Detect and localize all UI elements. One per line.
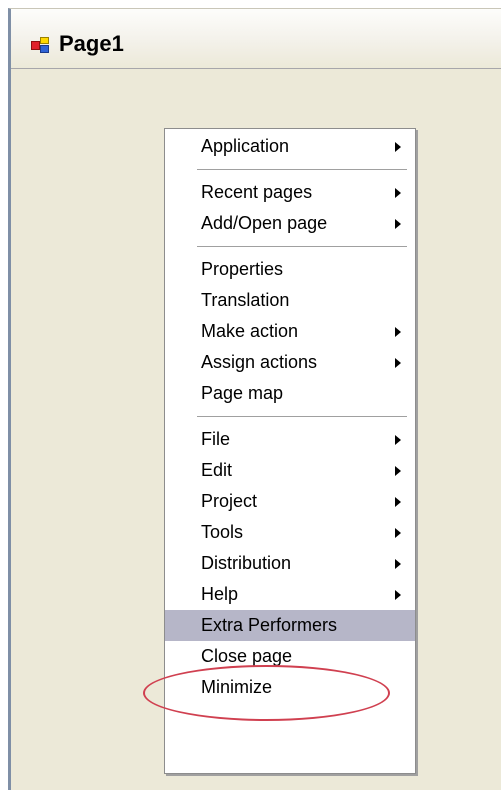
menu-item-label: Minimize	[201, 677, 273, 697]
menu-item-help[interactable]: Help	[165, 579, 415, 610]
menu-item-assign-actions[interactable]: Assign actions	[165, 347, 415, 378]
menu-item-translation[interactable]: Translation	[165, 285, 415, 316]
menu-item-label: Extra Performers	[201, 615, 338, 635]
menu-item-distribution[interactable]: Distribution	[165, 548, 415, 579]
menu-item-label: Distribution	[201, 553, 292, 573]
window-title: Page1	[59, 31, 124, 56]
menu-item-minimize[interactable]: Minimize	[165, 672, 415, 703]
submenu-arrow-icon	[395, 142, 401, 152]
submenu-arrow-icon	[395, 528, 401, 538]
menu-item-project[interactable]: Project	[165, 486, 415, 517]
submenu-arrow-icon	[395, 435, 401, 445]
menu-item-edit[interactable]: Edit	[165, 455, 415, 486]
menu-item-label: Assign actions	[201, 352, 318, 372]
submenu-arrow-icon	[395, 590, 401, 600]
app-icon[interactable]	[31, 35, 53, 55]
submenu-arrow-icon	[395, 219, 401, 229]
context-menu: Application Recent pages Add/Open page Prop…	[164, 128, 416, 774]
menu-item-label: Properties	[201, 259, 284, 279]
submenu-arrow-icon	[395, 188, 401, 198]
menu-item-label: Application	[201, 136, 290, 156]
menu-item-add-open-page[interactable]: Add/Open page	[165, 208, 415, 239]
menu-item-label: Translation	[201, 290, 290, 310]
menu-separator	[197, 246, 407, 247]
menu-item-label: File	[201, 429, 231, 449]
menu-item-label: Help	[201, 584, 239, 604]
menu-separator	[197, 416, 407, 417]
menu-item-label: Make action	[201, 321, 299, 341]
menu-item-file[interactable]: File	[165, 424, 415, 455]
submenu-arrow-icon	[395, 358, 401, 368]
submenu-arrow-icon	[395, 466, 401, 476]
submenu-arrow-icon	[395, 559, 401, 569]
menu-separator	[197, 169, 407, 170]
submenu-arrow-icon	[395, 497, 401, 507]
menu-item-recent-pages[interactable]: Recent pages	[165, 177, 415, 208]
menu-item-label: Page map	[201, 383, 284, 403]
submenu-arrow-icon	[395, 327, 401, 337]
menu-item-make-action[interactable]: Make action	[165, 316, 415, 347]
menu-item-label: Project	[201, 491, 258, 511]
menu-item-page-map[interactable]: Page map	[165, 378, 415, 409]
menu-item-properties[interactable]: Properties	[165, 254, 415, 285]
menu-item-label: Edit	[201, 460, 233, 480]
menu-item-label: Tools	[201, 522, 244, 542]
menu-item-label: Recent pages	[201, 182, 313, 202]
menu-item-tools[interactable]: Tools	[165, 517, 415, 548]
menu-item-application[interactable]: Application	[165, 131, 415, 162]
title-bar[interactable]: Page1	[11, 9, 501, 69]
menu-item-extra-performers[interactable]: Extra Performers	[165, 610, 415, 641]
menu-item-label: Close page	[201, 646, 293, 666]
menu-item-label: Add/Open page	[201, 213, 328, 233]
menu-item-close-page[interactable]: Close page	[165, 641, 415, 672]
